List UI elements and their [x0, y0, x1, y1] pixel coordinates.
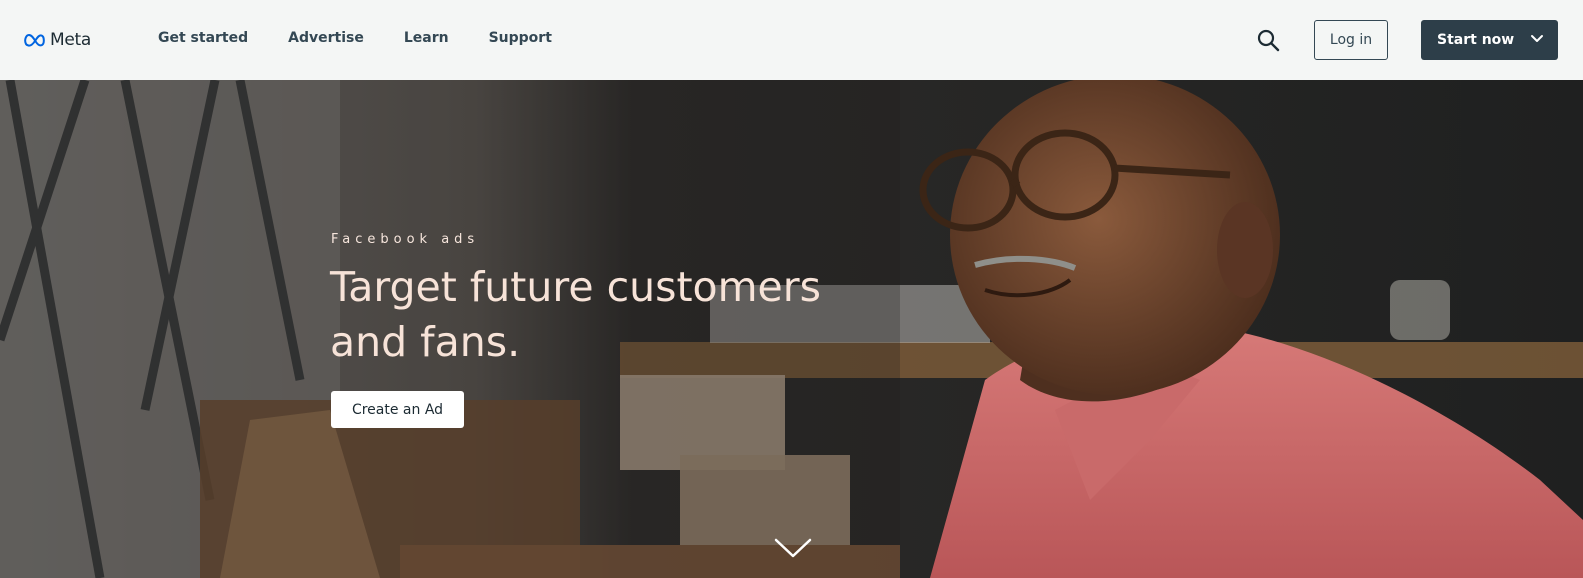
- chevron-down-icon: [1531, 35, 1543, 42]
- meta-infinity-icon: [24, 33, 45, 47]
- top-navigation-bar: Meta Get started Advertise Learn Support…: [0, 0, 1583, 80]
- chevron-down-icon[interactable]: [773, 536, 813, 560]
- hero-banner: Facebook ads Target future customers and…: [0, 80, 1583, 578]
- nav-learn[interactable]: Learn: [404, 30, 449, 46]
- start-now-button[interactable]: Start now: [1421, 20, 1558, 60]
- meta-logo[interactable]: Meta: [24, 30, 91, 50]
- nav-get-started[interactable]: Get started: [158, 30, 248, 46]
- nav-advertise[interactable]: Advertise: [288, 30, 364, 46]
- login-button[interactable]: Log in: [1314, 20, 1388, 60]
- start-now-label: Start now: [1437, 32, 1515, 48]
- hero-eyebrow: Facebook ads: [331, 232, 480, 247]
- logo-text: Meta: [50, 30, 92, 50]
- create-ad-button[interactable]: Create an Ad: [331, 391, 464, 428]
- hero-headline: Target future customers and fans.: [330, 263, 821, 366]
- main-nav: Get started Advertise Learn Support: [158, 30, 592, 46]
- search-icon[interactable]: [1256, 28, 1280, 52]
- nav-support[interactable]: Support: [489, 30, 552, 46]
